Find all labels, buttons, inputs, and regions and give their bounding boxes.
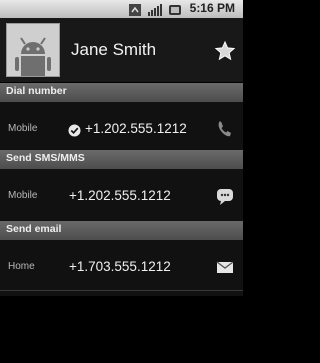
status-bar: 5:16 PM <box>0 0 243 18</box>
section-send-sms: Send SMS/MMS <box>0 150 243 169</box>
avatar[interactable] <box>6 23 60 77</box>
status-time: 5:16 PM <box>189 1 235 15</box>
sms-row[interactable]: Mobile +1.202.555.1212 <box>0 169 243 225</box>
email-type-label: Home <box>8 261 35 272</box>
phone-type-label: Mobile <box>8 190 38 201</box>
divider <box>0 290 243 291</box>
phone-icon[interactable] <box>215 119 235 143</box>
section-send-email: Send email <box>0 221 243 240</box>
section-dial-number: Dial number <box>0 83 243 102</box>
phone-number: +1.202.555.1212 <box>85 121 187 136</box>
section-title: Send SMS/MMS <box>6 152 85 164</box>
phone-number: +1.202.555.1212 <box>69 188 171 203</box>
contact-header: Jane Smith <box>0 18 243 82</box>
section-title: Dial number <box>6 85 67 97</box>
email-row[interactable]: Home +1.703.555.1212 <box>0 240 243 296</box>
mail-icon[interactable] <box>215 257 235 281</box>
email-address: +1.703.555.1212 <box>69 259 171 274</box>
android-icon <box>7 24 59 76</box>
contact-name: Jane Smith <box>71 40 157 59</box>
message-icon[interactable] <box>215 186 235 210</box>
check-icon <box>68 122 81 141</box>
phone-type-label: Mobile <box>8 123 38 134</box>
section-title: Send email <box>6 223 62 235</box>
star-icon[interactable] <box>214 40 236 66</box>
